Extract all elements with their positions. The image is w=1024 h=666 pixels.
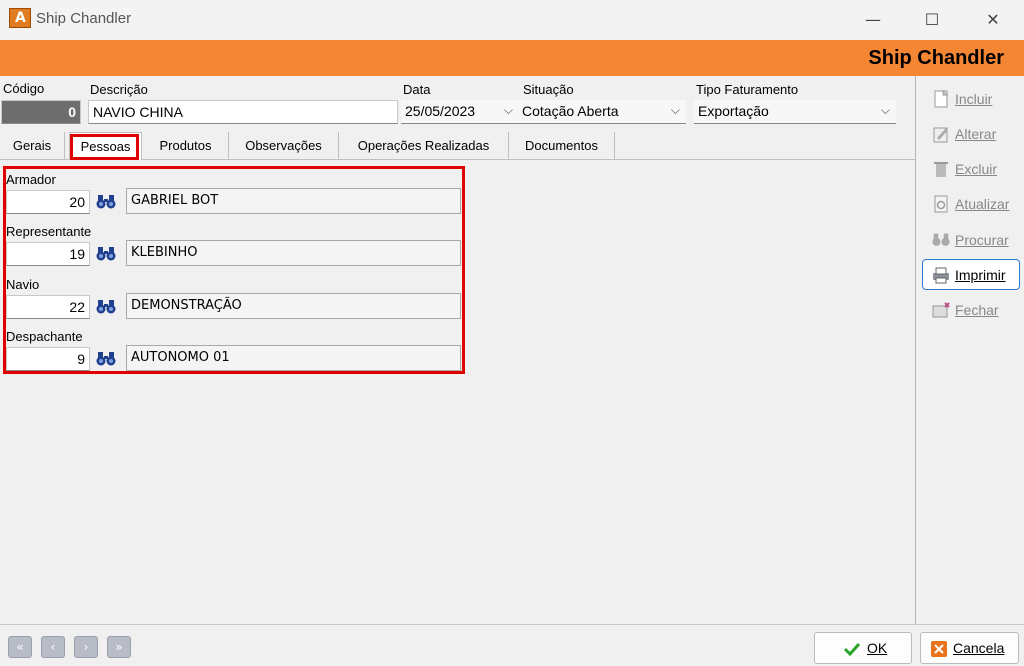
close-button[interactable]: ✕: [970, 6, 1016, 34]
binoculars-icon[interactable]: [95, 298, 117, 316]
first-record-button[interactable]: «: [8, 636, 32, 658]
tab-observacoes[interactable]: Observações: [229, 132, 339, 160]
situacao-value: Cotação Aberta: [522, 103, 619, 119]
tipo-faturamento-select[interactable]: Exportação ⌵: [694, 100, 896, 124]
check-icon: [843, 642, 861, 656]
binoculars-icon: [932, 233, 950, 246]
data-value: 25/05/2023: [405, 103, 476, 119]
alterar-button[interactable]: Alterar: [922, 118, 1020, 149]
tab-documentos[interactable]: Documentos: [509, 132, 615, 160]
atualizar-button[interactable]: Atualizar: [922, 188, 1020, 219]
descricao-field[interactable]: NAVIO CHINA: [88, 100, 398, 124]
codigo-field[interactable]: 0: [1, 100, 81, 124]
minimize-button[interactable]: —: [850, 6, 896, 34]
representante-label: Representante: [6, 224, 92, 239]
descricao-label: Descrição: [90, 82, 148, 97]
chevron-down-icon[interactable]: ⌵: [881, 103, 890, 118]
chevron-down-icon[interactable]: ⌵: [671, 103, 680, 118]
edit-icon: [933, 127, 948, 143]
representante-code-field[interactable]: 19: [6, 242, 90, 266]
maximize-button[interactable]: ☐: [909, 6, 955, 34]
footer-divider: [0, 624, 1024, 625]
fechar-button[interactable]: Fechar: [922, 294, 1020, 325]
situacao-select[interactable]: Cotação Aberta ⌵: [518, 100, 686, 124]
despachante-name-field: AUTONOMO 01: [126, 345, 461, 371]
navio-name-field: DEMONSTRAÇÃO: [126, 293, 461, 319]
banner: Ship Chandler: [0, 40, 1024, 76]
window-title: Ship Chandler: [36, 10, 132, 27]
delete-icon: [934, 162, 948, 177]
imprimir-button[interactable]: Imprimir: [922, 259, 1020, 290]
chevron-down-icon[interactable]: ⌵: [504, 103, 513, 118]
tab-operacoes-realizadas[interactable]: Operações Realizadas: [339, 132, 509, 160]
codigo-label: Código: [3, 81, 45, 96]
tipo-faturamento-label: Tipo Faturamento: [696, 82, 799, 97]
representante-name-field: KLEBINHO: [126, 240, 461, 266]
armador-code-field[interactable]: 20: [6, 190, 90, 214]
previous-record-button[interactable]: ‹: [41, 636, 65, 658]
situacao-label: Situação: [523, 82, 574, 97]
close-document-icon: [932, 302, 950, 318]
cancel-button[interactable]: Cancela: [920, 632, 1019, 664]
data-label: Data: [403, 82, 431, 97]
refresh-icon: [934, 195, 948, 213]
despachante-label: Despachante: [6, 329, 83, 344]
next-record-button[interactable]: ›: [74, 636, 98, 658]
tab-produtos[interactable]: Produtos: [143, 132, 229, 160]
procurar-button[interactable]: Procurar: [922, 224, 1020, 255]
cancel-icon: [931, 641, 947, 657]
data-picker[interactable]: 25/05/2023 ⌵: [401, 100, 519, 124]
new-document-icon: [934, 90, 949, 108]
navio-label: Navio: [6, 277, 40, 292]
binoculars-icon[interactable]: [95, 350, 117, 368]
last-record-button[interactable]: »: [107, 636, 131, 658]
tab-highlight: [70, 134, 139, 160]
ok-button[interactable]: OK: [814, 632, 912, 664]
printer-icon: [933, 267, 949, 284]
sidebar-divider: [915, 76, 916, 624]
app-icon: [9, 8, 31, 28]
excluir-button[interactable]: Excluir: [922, 153, 1020, 184]
title-bar: Ship Chandler — ☐ ✕: [0, 0, 1024, 40]
navio-code-field[interactable]: 22: [6, 295, 90, 319]
armador-label: Armador: [6, 172, 56, 187]
tipo-faturamento-value: Exportação: [698, 103, 769, 119]
armador-name-field: GABRIEL BOT: [126, 188, 461, 214]
binoculars-icon[interactable]: [95, 245, 117, 263]
binoculars-icon[interactable]: [95, 193, 117, 211]
incluir-button[interactable]: Incluir: [922, 83, 1020, 114]
tab-gerais[interactable]: Gerais: [0, 132, 65, 160]
despachante-code-field[interactable]: 9: [6, 347, 90, 371]
banner-title: Ship Chandler: [868, 47, 1004, 69]
